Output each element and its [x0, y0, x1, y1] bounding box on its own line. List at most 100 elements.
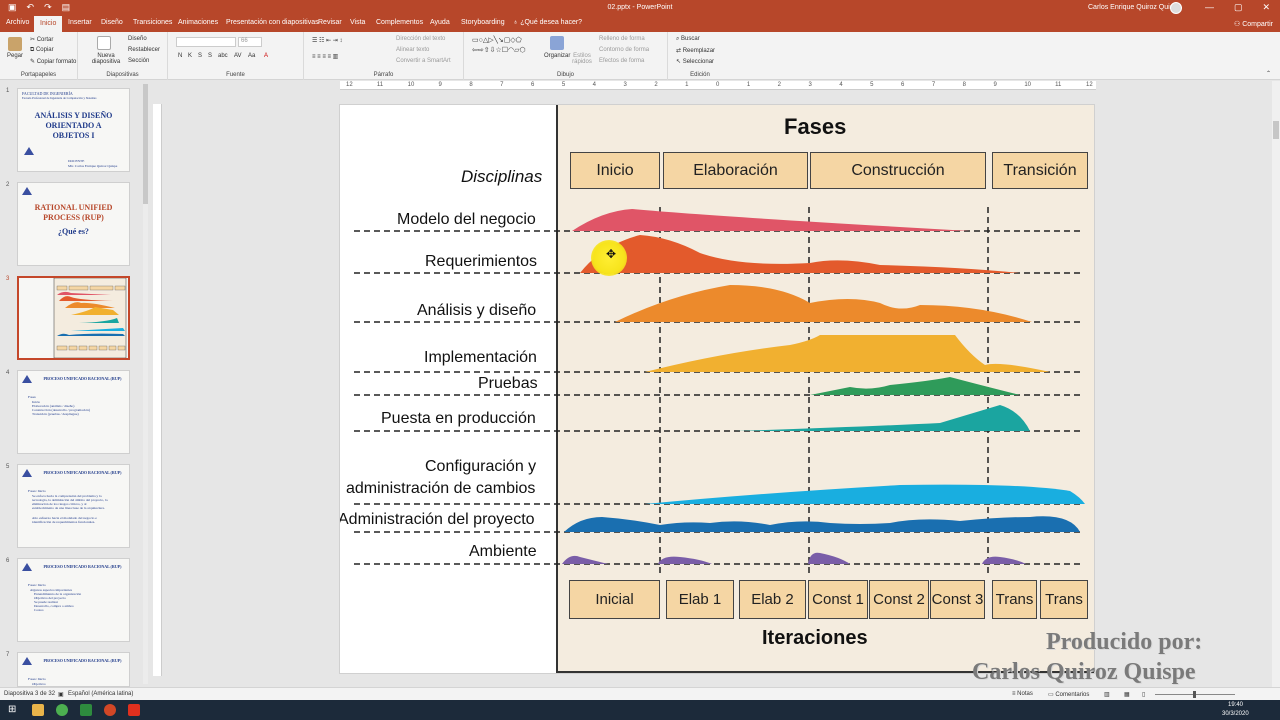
thumb-slide-2[interactable]: RATIONAL UNIFIED PROCESS (RUP) ¿Qué es?	[17, 182, 130, 266]
tab-transiciones[interactable]: Transiciones	[133, 19, 172, 26]
paste-button[interactable]: Pegar	[7, 53, 23, 59]
minimize-icon[interactable]: —	[1205, 2, 1214, 13]
curve-ambiente-3	[808, 552, 850, 564]
camtasia-icon[interactable]	[80, 704, 92, 716]
collapse-ribbon-icon[interactable]: ⌃	[1266, 70, 1271, 77]
copy-button[interactable]: ⧉ Copiar	[30, 47, 54, 54]
tab-insertar[interactable]: Insertar	[68, 19, 92, 26]
notes-button[interactable]: ≡ Notas	[1012, 691, 1033, 697]
tab-diseno[interactable]: Diseño	[101, 19, 123, 26]
sorter-view-icon[interactable]: ▦	[1124, 691, 1130, 698]
section-button[interactable]: Sección	[128, 58, 149, 64]
tab-revisar[interactable]: Revisar	[318, 19, 342, 26]
file-explorer-icon[interactable]	[32, 704, 44, 716]
shadow-button[interactable]: S	[208, 53, 212, 59]
strike-button[interactable]: abc	[218, 53, 228, 59]
editor-scrollbar[interactable]	[1272, 81, 1280, 687]
format-painter-button[interactable]: ✎ Copiar formato	[30, 58, 76, 65]
reset-button[interactable]: Restablecer	[128, 47, 160, 53]
quick-styles-button[interactable]: Estilos rápidos	[570, 53, 594, 65]
new-slide-button[interactable]: Nueva diapositiva	[90, 53, 122, 65]
spellcheck-icon[interactable]: ▣	[58, 691, 64, 698]
select-button[interactable]: ↖ Seleccionar	[676, 58, 714, 65]
recorder-icon[interactable]	[128, 704, 140, 716]
ribbon-tabs: Archivo Inicio Insertar Diseño Transicio…	[0, 16, 1280, 32]
cut-button[interactable]: ✂ Cortar	[30, 36, 53, 43]
group-label: Fuente	[226, 72, 245, 78]
slide-thumbnails-pane: 1 FACULTAD DE INGENIERÍA Escuela Profesi…	[0, 81, 152, 687]
start-icon[interactable]: ⊞	[8, 704, 20, 716]
current-slide[interactable]: Disciplinas Modelo del negocio Requerimi…	[339, 104, 1095, 674]
tab-complementos[interactable]: Complementos	[376, 19, 423, 26]
ruler-tick: 1	[746, 82, 751, 88]
thumbnails-scrollbar[interactable]	[143, 84, 148, 684]
person-icon: ⚇	[1234, 21, 1243, 28]
font-color-button[interactable]: A	[264, 53, 268, 59]
tab-archivo[interactable]: Archivo	[6, 19, 29, 26]
slide-counter: Diapositiva 3 de 32	[4, 691, 56, 697]
tab-animaciones[interactable]: Animaciones	[178, 19, 218, 26]
thumb-slide-1[interactable]: FACULTAD DE INGENIERÍA Escuela Profesion…	[17, 88, 130, 172]
case-button[interactable]: Aa	[248, 53, 255, 59]
thumb-line: establecimiento de una línea base de la …	[32, 506, 105, 510]
italic-button[interactable]: K	[188, 53, 192, 59]
smartart-button[interactable]: Convertir a SmartArt	[396, 58, 451, 64]
maximize-icon[interactable]: ▢	[1234, 2, 1243, 13]
shapes-gallery-row2[interactable]: ⇦⇨⇧⇩☆☐◠▱⬡	[472, 46, 526, 54]
avatar[interactable]	[1170, 2, 1182, 14]
replace-button[interactable]: ⇄ Reemplazar	[676, 47, 715, 54]
curve-ambiente-2	[658, 556, 712, 564]
thumb-slide-4[interactable]: PROCESO UNIFICADO RACIONAL (RUP) Fases I…	[17, 370, 130, 454]
thumb-slide-7[interactable]: PROCESO UNIFICADO RACIONAL (RUP) Fases: …	[17, 652, 130, 687]
ruler-tick: 6	[531, 82, 535, 88]
bullets-icon[interactable]: ☰ ☷ ⇤ ⇥ ↕	[312, 37, 342, 44]
align-icons[interactable]: ≡ ≡ ≡ ≡ ▥	[312, 53, 338, 60]
reading-view-icon[interactable]: ▯	[1142, 691, 1145, 698]
spacing-button[interactable]: AV	[234, 53, 242, 59]
tab-inicio[interactable]: Inicio	[34, 16, 63, 32]
close-icon[interactable]: ✕	[1262, 2, 1270, 13]
font-size-input[interactable]: 66	[238, 37, 262, 47]
tab-ayuda[interactable]: Ayuda	[430, 19, 450, 26]
paste-icon[interactable]	[8, 37, 22, 51]
layout-button[interactable]: Diseño	[128, 36, 147, 42]
tab-presentacion[interactable]: Presentación con diapositivas	[226, 19, 319, 26]
curve-ambiente-1	[562, 555, 608, 564]
zoom-slider-thumb[interactable]	[1193, 691, 1196, 698]
thumb-slide-5[interactable]: PROCESO UNIFICADO RACIONAL (RUP) Fases: …	[17, 464, 130, 548]
new-slide-icon[interactable]	[97, 36, 111, 50]
share-button[interactable]: ⚇ Compartir	[1234, 20, 1273, 28]
text-direction-button[interactable]: Dirección del texto	[396, 36, 445, 42]
chrome-icon[interactable]	[56, 704, 68, 716]
align-text-button[interactable]: Alinear texto	[396, 47, 429, 53]
find-button[interactable]: ⌕ Buscar	[676, 36, 700, 43]
font-name-input[interactable]	[176, 37, 236, 47]
tab-vista[interactable]: Vista	[350, 19, 365, 26]
powerpoint-icon[interactable]	[104, 704, 116, 716]
underline-button[interactable]: S	[198, 53, 202, 59]
tell-me-search[interactable]: ♁ ¿Qué desea hacer?	[513, 19, 582, 26]
arrange-button[interactable]: Organizar	[544, 53, 570, 59]
cursor-icon: ↖	[676, 59, 683, 65]
ruler-tick: 6	[901, 82, 905, 88]
arrange-icon[interactable]	[550, 36, 564, 50]
shape-outline-button[interactable]: Contorno de forma	[599, 47, 649, 53]
scrollbar-thumb[interactable]	[1273, 121, 1279, 139]
shapes-gallery[interactable]: ▭○△▷╲↘▢◇⬠	[472, 36, 522, 44]
group-fuente: 66 N K S S abc AV Aa A Fuente	[168, 32, 304, 80]
watermark-line-1: Producido por:	[1046, 629, 1203, 655]
shape-fill-button[interactable]: Relleno de forma	[599, 36, 645, 42]
normal-view-icon[interactable]: ▥	[1104, 691, 1110, 698]
bold-button[interactable]: N	[178, 53, 182, 59]
comments-button[interactable]: ▭ Comentarios	[1048, 691, 1089, 698]
scrollbar-thumb[interactable]	[143, 84, 148, 204]
zoom-slider[interactable]	[1155, 691, 1235, 698]
thumb-slide-3[interactable]	[17, 276, 130, 360]
language-indicator[interactable]: Español (América latina)	[68, 691, 133, 697]
group-dibujo: ▭○△▷╲↘▢◇⬠ ⇦⇨⇧⇩☆☐◠▱⬡ Organizar Estilos rá…	[464, 32, 668, 80]
tab-storyboarding[interactable]: Storyboarding	[461, 19, 505, 26]
ruler-tick: 1	[685, 82, 689, 88]
user-name[interactable]: Carlos Enrique Quiroz Quispe	[1088, 4, 1181, 11]
shape-effects-button[interactable]: Efectos de forma	[599, 58, 644, 64]
thumb-slide-6[interactable]: PROCESO UNIFICADO RACIONAL (RUP) Fases: …	[17, 558, 130, 642]
